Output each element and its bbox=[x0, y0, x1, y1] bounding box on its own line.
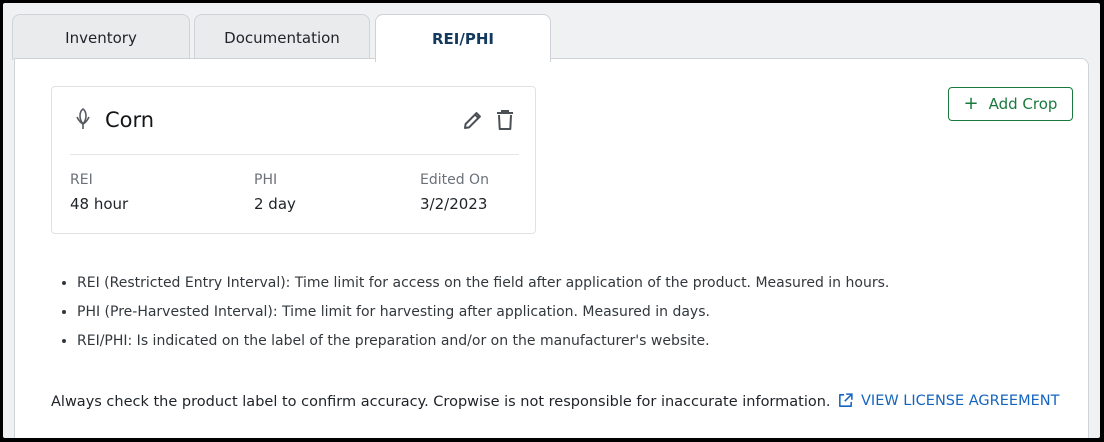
disclaimer-text: Always check the product label to confir… bbox=[51, 394, 831, 410]
app-window: Inventory Documentation REI/PHI Corn REI… bbox=[3, 3, 1100, 438]
tab-label: Inventory bbox=[65, 28, 137, 47]
view-license-agreement-link[interactable]: VIEW LICENSE AGREEMENT bbox=[837, 392, 1059, 409]
phi-value: 2 day bbox=[254, 195, 296, 213]
corn-icon bbox=[76, 108, 90, 129]
external-link-icon bbox=[839, 393, 853, 407]
crop-name: Corn bbox=[105, 108, 155, 132]
plus-icon: + bbox=[963, 93, 979, 114]
rei-phi-panel: Corn REI 48 hour PHI 2 day Edited On 3/2… bbox=[14, 58, 1089, 438]
tab-documentation[interactable]: Documentation bbox=[194, 14, 370, 60]
tab-label: REI/PHI bbox=[432, 29, 494, 48]
card-divider bbox=[70, 154, 519, 155]
rei-label: REI bbox=[70, 172, 93, 188]
list-item: REI (Restricted Entry Interval): Time li… bbox=[77, 273, 889, 302]
tab-inventory[interactable]: Inventory bbox=[12, 14, 190, 60]
rei-value: 48 hour bbox=[70, 195, 129, 213]
trash-icon[interactable] bbox=[493, 108, 517, 132]
license-link-label: VIEW LICENSE AGREEMENT bbox=[861, 392, 1060, 409]
crop-card: Corn REI 48 hour PHI 2 day Edited On 3/2… bbox=[51, 86, 536, 234]
pencil-icon[interactable] bbox=[461, 108, 485, 132]
add-crop-label: Add Crop bbox=[988, 95, 1058, 113]
list-item: PHI (Pre-Harvested Interval): Time limit… bbox=[77, 302, 889, 331]
list-item: REI/PHI: Is indicated on the label of th… bbox=[77, 331, 889, 360]
phi-label: PHI bbox=[254, 172, 278, 188]
edited-on-label: Edited On bbox=[420, 172, 489, 188]
tab-label: Documentation bbox=[224, 28, 340, 47]
edited-on-value: 3/2/2023 bbox=[420, 195, 488, 213]
add-crop-button[interactable]: + Add Crop bbox=[948, 87, 1073, 121]
info-notes-list: REI (Restricted Entry Interval): Time li… bbox=[59, 273, 889, 360]
tab-rei-phi[interactable]: REI/PHI bbox=[375, 14, 551, 62]
